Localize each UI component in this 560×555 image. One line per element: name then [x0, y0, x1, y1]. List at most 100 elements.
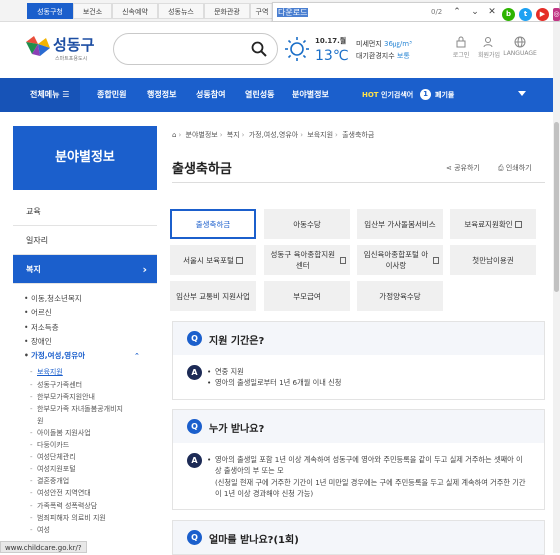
sidebar-subsub-item[interactable]: 성동구가족센터 — [30, 379, 157, 391]
top-tab-health-center[interactable]: 보건소 — [73, 3, 112, 19]
main-navigation: 전체메뉴 ☰ 종합민원 행정정보 성동참여 열린성동 분야별정보 HOT 인기검… — [0, 78, 560, 112]
printer-icon: ⎙ — [498, 164, 504, 172]
tab-childcare-fee-check[interactable]: 보육료지원확인 — [450, 209, 536, 239]
menu-icon: ☰ — [62, 90, 70, 99]
sidebar-sub-item[interactable]: 어르신 — [24, 306, 157, 321]
tab-child-allowance[interactable]: 아동수당 — [264, 209, 350, 239]
search-input[interactable] — [113, 33, 278, 65]
gnb-civil-service[interactable]: 종합민원 — [97, 78, 126, 112]
blog-icon[interactable]: b — [502, 8, 515, 21]
hot-keyword[interactable]: 폐기물 — [435, 78, 454, 112]
tab-seoul-childcare-portal[interactable]: 서울시 보육포털 — [170, 245, 256, 275]
scrollbar[interactable] — [553, 22, 560, 553]
tab-home-care-allowance[interactable]: 가정양육수당 — [357, 281, 443, 311]
qa-question: 누가 받나요? — [209, 424, 265, 435]
answer-icon: A — [187, 365, 202, 380]
tab-first-meeting-voucher[interactable]: 첫만남이용권 — [450, 245, 536, 275]
breadcrumb-item[interactable]: 분야별정보 — [186, 131, 218, 139]
sidebar-subsub-item-active[interactable]: 보육지원 — [30, 366, 157, 378]
find-input[interactable]: 다운로드 — [277, 6, 427, 19]
login-link[interactable]: 로그인 — [446, 36, 476, 59]
sidebar-sub-item-active[interactable]: 가정,여성,영유아 — [24, 349, 157, 364]
status-bar-url: www.childcare.go.kr/? — [0, 541, 87, 553]
external-link-icon — [514, 220, 522, 228]
sidebar-sub-item[interactable]: 장애인 — [24, 335, 157, 350]
find-close-icon[interactable]: ✕ — [486, 6, 498, 19]
signup-link[interactable]: 회원가입 — [474, 36, 504, 59]
sidebar-sub-item[interactable]: 저소득층 — [24, 321, 157, 336]
logo-subtitle: 스마트포용도시 — [55, 56, 88, 62]
gnb-admin-info[interactable]: 행정정보 — [147, 78, 176, 112]
tab-pregnant-transport[interactable]: 임산부 교통비 지원사업 — [170, 281, 256, 311]
gnb-participation[interactable]: 성동참여 — [196, 78, 225, 112]
qa-question: 지원 기간은? — [209, 336, 265, 347]
top-tab-quick-reservation[interactable]: 신속예약 — [112, 3, 158, 19]
sidebar-subsub-item[interactable]: 아이돌봄 지원사업 — [30, 427, 157, 439]
qa-card: Q 누가 받나요? A 영아의 출생일 포함 1년 이상 계속하여 성동구에 영… — [172, 409, 545, 511]
qa-header: Q 누가 받나요? — [173, 410, 544, 443]
user-add-icon — [483, 37, 493, 48]
sidebar-subsub-item[interactable]: 여성안전 지역연대 — [30, 487, 157, 499]
home-icon[interactable]: ⌂ — [172, 131, 176, 139]
language-link[interactable]: LANGUAGE — [502, 36, 538, 57]
tab-parenting-center[interactable]: 성동구 육아종합지원센터 — [264, 245, 350, 275]
find-prev-icon[interactable]: ⌃ — [451, 6, 463, 19]
breadcrumb-item[interactable]: 복지 — [227, 131, 240, 139]
sidebar-subsub-item[interactable]: 한부모가족 자녀돌봄공개비지원 — [30, 403, 129, 427]
breadcrumb-item[interactable]: 가정,여성,영유아 — [249, 131, 299, 139]
sidebar-subsub-item[interactable]: 여성 — [30, 524, 157, 536]
breadcrumb-current: 출생축하금 — [342, 131, 375, 139]
tab-pregnant-housework[interactable]: 임산부 가사돌봄서비스 — [357, 209, 443, 239]
twitter-icon[interactable]: t — [519, 8, 532, 21]
hot-keyword-label: HOT 인기검색어 — [362, 91, 414, 99]
top-tab-district[interactable]: 구역 — [250, 3, 274, 19]
sidebar-sublist: 이동,청소년복지 어르신 저소득층 장애인 가정,여성,영유아 — [13, 284, 157, 364]
youtube-icon[interactable]: ▶ — [536, 8, 549, 21]
answer-item: 영아의 출생일로부터 1년 6개월 이내 신청 — [207, 377, 544, 389]
tab-isarang-portal[interactable]: 임신육아종합포털 아이사랑 — [357, 245, 443, 275]
find-bar: 다운로드 0/2 ⌃ ⌄ ✕ b t ▶ ◎ — [272, 2, 560, 22]
qa-answer: A 영아의 출생일 포함 1년 이상 계속하여 성동구에 영아와 주민등록을 같… — [173, 443, 544, 509]
chevron-down-icon[interactable] — [518, 91, 526, 96]
find-next-icon[interactable]: ⌄ — [469, 6, 481, 19]
page-title: 출생축하금 — [172, 162, 232, 177]
sidebar-subsub-item[interactable]: 결혼중개업 — [30, 475, 157, 487]
air-value: 보통 — [396, 52, 410, 60]
question-icon: Q — [187, 530, 202, 545]
gnb-field-info[interactable]: 분야별정보 — [292, 78, 329, 112]
globe-icon — [514, 36, 526, 48]
instagram-icon[interactable]: ◎ — [553, 8, 560, 21]
scrollbar-thumb[interactable] — [554, 122, 559, 292]
answer-item: 영아의 출생일 포함 1년 이상 계속하여 성동구에 영아와 주민등록을 같이 … — [207, 454, 526, 477]
sidebar-subsub-item[interactable]: 범죄피해자 의료비 지원 — [30, 512, 157, 524]
sidebar-subsub-item[interactable]: 가족폭력 성폭력상담 — [30, 500, 157, 512]
find-count: 0/2 — [431, 8, 443, 16]
site-header: 성동구 스마트포용도시 10.17.월 13℃ 미세먼지 36㎍/m³ 대기환경… — [0, 22, 560, 78]
sidebar-subsub-item[interactable]: 한부모가족지원안내 — [30, 391, 157, 403]
sidebar-subsub-item[interactable]: 여성단체관리 — [30, 451, 157, 463]
print-button[interactable]: ⎙ 인쇄하기 — [498, 163, 532, 173]
top-tab-seongdong[interactable]: 성동구청 — [27, 3, 73, 19]
answer-item: 연중 지원 — [207, 366, 544, 378]
sidebar-item-education[interactable]: 교육 — [13, 197, 157, 226]
site-logo[interactable]: 성동구 스마트포용도시 — [24, 32, 99, 70]
sidebar-item-welfare[interactable]: 복지 — [13, 255, 157, 284]
sidebar-subsub-list: 보육지원 성동구가족센터 한부모가족지원안내 한부모가족 자녀돌봄공개비지원 아… — [13, 363, 157, 535]
gnb-open-seongdong[interactable]: 열린성동 — [245, 78, 274, 112]
top-tab-culture[interactable]: 문화관광 — [204, 3, 250, 19]
sidebar-subsub-item[interactable]: 여성지원포털 — [30, 463, 157, 475]
tab-birth-allowance[interactable]: 출생축하금 — [170, 209, 256, 239]
weather-date: 10.17.월 — [315, 37, 347, 45]
search-icon[interactable] — [251, 41, 267, 57]
external-link-icon — [339, 256, 346, 264]
tab-parent-benefit[interactable]: 부모급여 — [264, 281, 350, 311]
breadcrumb-item[interactable]: 보육지원 — [307, 131, 333, 139]
share-button[interactable]: ⋖ 공유하기 — [446, 163, 480, 173]
all-menu-button[interactable]: 전체메뉴 ☰ — [0, 78, 80, 112]
question-icon: Q — [187, 331, 202, 346]
sidebar-sub-item[interactable]: 이동,청소년복지 — [24, 292, 157, 307]
top-tab-news[interactable]: 성동뉴스 — [158, 3, 204, 19]
sidebar-subsub-item[interactable]: 다둥이카드 — [30, 439, 157, 451]
weather-temp: 13℃ — [315, 48, 349, 64]
sidebar-item-jobs[interactable]: 일자리 — [13, 226, 157, 255]
